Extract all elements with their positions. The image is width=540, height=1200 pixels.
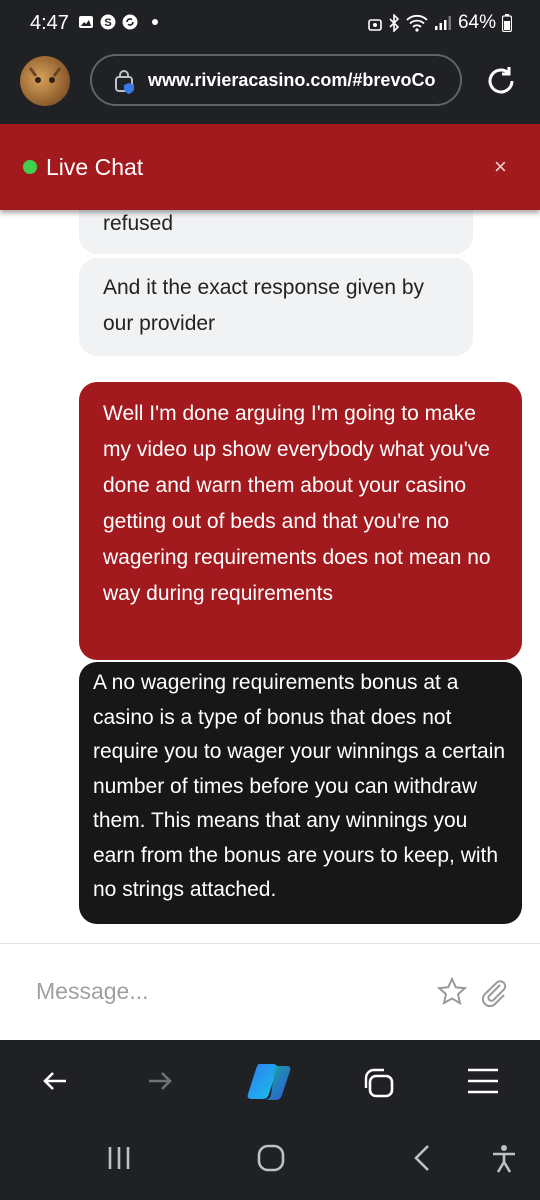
chat-title: Live Chat [46, 154, 144, 180]
close-chat-button[interactable]: × [494, 154, 507, 180]
recents-icon[interactable] [104, 1144, 134, 1172]
browser-toolbar: www.rivieracasino.com/#brevoCo [0, 48, 540, 124]
svg-text:S: S [104, 17, 111, 29]
chat-header: Live Chat × [0, 124, 540, 210]
agent-message: And it the exact response given by our p… [79, 258, 473, 356]
user-message: Well I'm done arguing I'm going to make … [79, 382, 522, 660]
copilot-icon[interactable] [245, 1060, 295, 1104]
wifi-icon [406, 14, 428, 32]
avatar[interactable] [20, 56, 70, 106]
dot-icon [152, 19, 158, 25]
address-bar[interactable]: www.rivieracasino.com/#brevoCo [90, 54, 462, 106]
status-right: 64% [368, 12, 512, 34]
bot-message: A no wagering requirements bonus at a ca… [79, 662, 522, 924]
message-input[interactable]: Message... [36, 978, 149, 1005]
system-nav-bar [0, 1110, 540, 1200]
online-status-icon [23, 160, 37, 174]
attach-icon[interactable] [478, 976, 510, 1008]
agent-message: refused [79, 210, 473, 254]
status-time: 4:47 [30, 12, 69, 34]
star-icon[interactable] [436, 976, 468, 1008]
home-icon[interactable] [256, 1144, 286, 1172]
composer: Message... [0, 944, 540, 1040]
reload-icon[interactable] [484, 64, 518, 98]
status-left-icons: S [78, 14, 138, 30]
bluetooth-icon [389, 14, 400, 32]
forward-arrow-icon[interactable] [145, 1066, 175, 1096]
battery-icon [502, 14, 512, 32]
url-text[interactable]: www.rivieracasino.com/#brevoCo [148, 70, 454, 91]
message-list[interactable]: refused And it the exact response given … [0, 210, 540, 943]
tabs-icon[interactable] [360, 1066, 396, 1100]
back-arrow-icon[interactable] [40, 1066, 70, 1096]
s-icon: S [100, 14, 116, 30]
back-icon[interactable] [410, 1144, 434, 1172]
battery-percent: 64% [457, 12, 496, 33]
sync-icon [122, 14, 138, 30]
site-info-icon[interactable] [114, 69, 138, 95]
accessibility-icon[interactable] [490, 1144, 518, 1174]
vpn-icon [368, 19, 382, 31]
signal-icon [434, 16, 451, 30]
status-bar: 4:47 S 64% [0, 0, 540, 48]
menu-icon[interactable] [466, 1066, 500, 1096]
gallery-icon [79, 16, 93, 28]
